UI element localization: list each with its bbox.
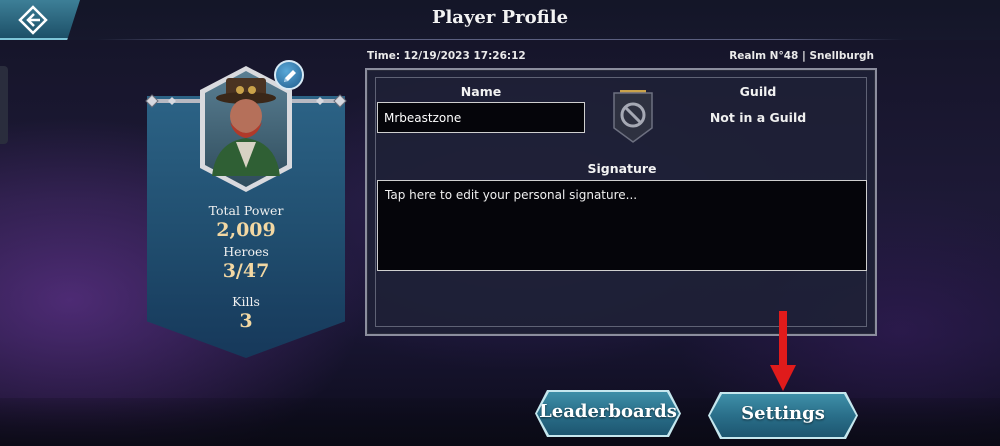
side-handle[interactable]	[0, 66, 8, 144]
pencil-icon	[284, 70, 296, 82]
top-divider	[96, 39, 904, 40]
settings-button[interactable]: Settings	[710, 394, 856, 437]
back-button[interactable]	[0, 0, 80, 40]
leaderboards-label: Leaderboards	[539, 401, 677, 422]
back-arrow-icon	[18, 5, 48, 35]
no-guild-icon	[613, 90, 653, 143]
guild-label: Guild	[739, 84, 777, 99]
heroes-value: 3/47	[222, 260, 270, 282]
leaderboards-button[interactable]: Leaderboards	[537, 392, 679, 435]
page-title: Player Profile	[431, 7, 569, 28]
settings-label: Settings	[741, 403, 825, 424]
timestamp: Time: 12/19/2023 17:26:12	[367, 50, 526, 62]
edit-profile-button[interactable]	[274, 60, 304, 90]
total-power-value: 2,009	[216, 219, 276, 241]
kills-label: Kills	[232, 294, 260, 309]
guild-status: Not in a Guild	[709, 110, 807, 125]
signature-label: Signature	[587, 161, 657, 176]
red-arrow-icon	[770, 311, 796, 391]
signature-field[interactable]: Tap here to edit your personal signature…	[377, 180, 867, 271]
name-field[interactable]	[377, 102, 585, 133]
name-label: Name	[460, 84, 502, 99]
heroes-label: Heroes	[223, 244, 269, 259]
total-power-label: Total Power	[208, 203, 284, 218]
kills-value: 3	[239, 310, 253, 332]
realm-info: Realm N°48 | Snellburgh	[729, 50, 874, 62]
